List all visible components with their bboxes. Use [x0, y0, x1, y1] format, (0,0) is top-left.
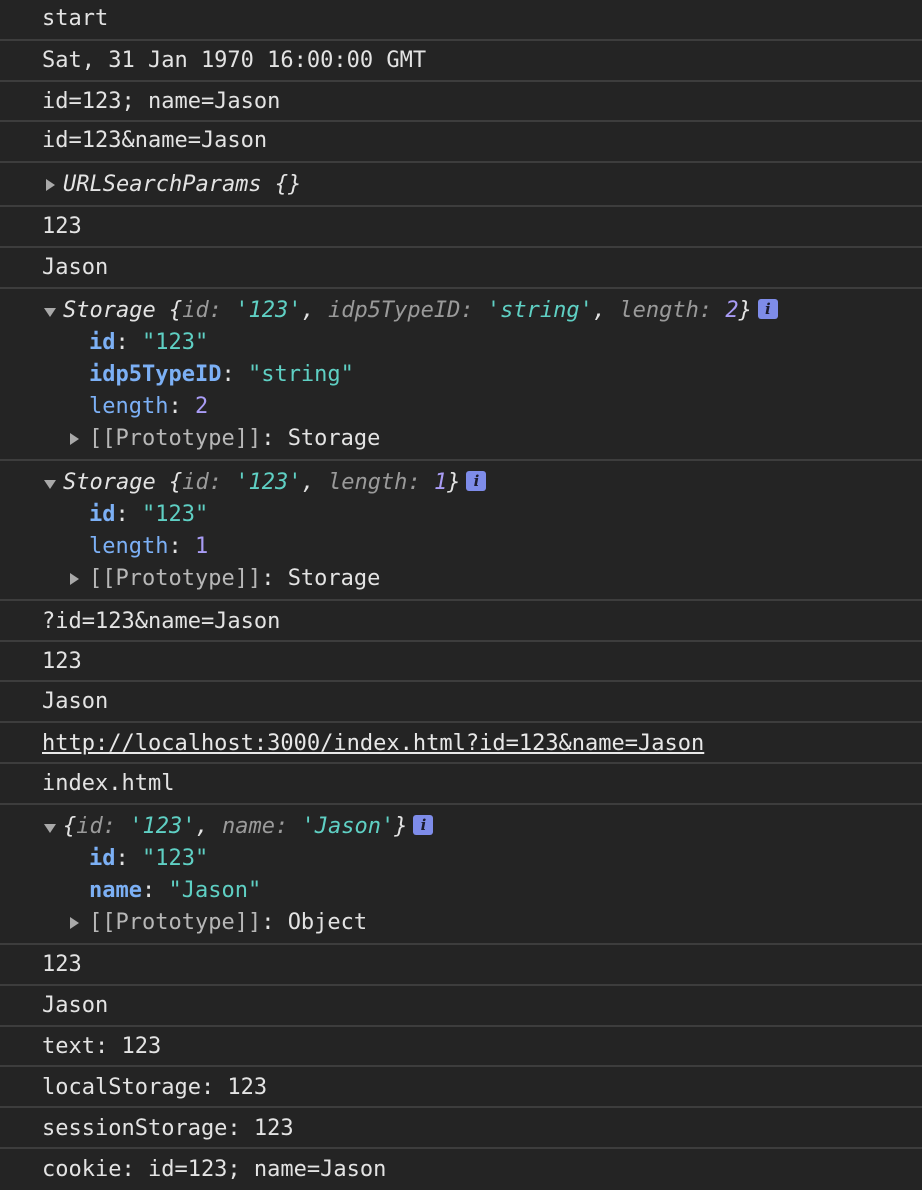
message-text: index.html — [42, 771, 175, 796]
console-message: localStorage: 123 — [0, 1067, 922, 1108]
console-message: 123 — [0, 642, 922, 682]
info-icon[interactable]: i — [757, 299, 778, 319]
console-message: id=123&name=Jason — [0, 122, 922, 163]
console-message: index.html — [0, 764, 922, 805]
console-message: id=123; name=Jason — [0, 82, 922, 122]
message-text: 123 — [42, 952, 82, 977]
object-property: length: 2 — [89, 394, 209, 419]
message-text: Jason — [42, 255, 109, 280]
console-message: start — [0, 0, 922, 41]
console-message: Sat, 31 Jan 1970 16:00:00 GMT — [0, 41, 922, 82]
prototype-entry[interactable]: [[Prototype]]: Object — [89, 908, 367, 938]
console-message-object: Storage {id: '123', length: 1} i id: "123… — [0, 461, 922, 601]
object-property: length: 1 — [89, 534, 209, 559]
console-message: Jason — [0, 248, 922, 289]
object-property: name: "Jason" — [89, 878, 262, 903]
console-message: sessionStorage: 123 — [0, 1108, 922, 1149]
console-panel: start Sat, 31 Jan 1970 16:00:00 GMT id=1… — [0, 0, 922, 1190]
console-message: Jason — [0, 986, 922, 1027]
console-message-object: {id: '123', name: 'Jason'} i id: "123" na… — [0, 805, 922, 945]
console-message: text: 123 — [0, 1027, 922, 1067]
expand-triangle-icon[interactable] — [70, 433, 79, 445]
expand-triangle-icon[interactable] — [70, 917, 79, 929]
message-text: Jason — [42, 689, 109, 714]
object-preview[interactable]: Storage {id: '123', idp5TypeID: 'string'… — [63, 296, 778, 326]
message-text: text: 123 — [42, 1034, 162, 1059]
message-text: start — [42, 6, 109, 31]
message-text: Sat, 31 Jan 1970 16:00:00 GMT — [42, 48, 427, 73]
info-icon[interactable]: i — [413, 815, 434, 835]
collapse-triangle-icon[interactable] — [44, 308, 56, 317]
expand-triangle-icon[interactable] — [46, 179, 55, 191]
object-property: id: "123" — [89, 502, 209, 527]
console-message: ?id=123&name=Jason — [0, 601, 922, 642]
console-message: http://localhost:3000/index.html?id=123&… — [0, 723, 922, 764]
expand-triangle-icon[interactable] — [70, 573, 79, 585]
console-message-object[interactable]: URLSearchParams {} — [0, 163, 922, 207]
object-property: id: "123" — [89, 846, 209, 871]
prototype-entry[interactable]: [[Prototype]]: Storage — [89, 424, 380, 454]
console-message: 123 — [0, 207, 922, 248]
info-icon[interactable]: i — [466, 471, 487, 491]
object-property: idp5TypeID: "string" — [89, 362, 354, 387]
message-text: id=123; name=Jason — [42, 89, 281, 114]
console-message: 123 — [0, 945, 922, 986]
prototype-entry[interactable]: [[Prototype]]: Storage — [89, 564, 380, 594]
message-text: localStorage: 123 — [42, 1075, 268, 1100]
message-text: 123 — [42, 214, 82, 239]
object-preview[interactable]: {id: '123', name: 'Jason'} i — [63, 812, 434, 842]
object-property: id: "123" — [89, 330, 209, 355]
message-text: cookie: id=123; name=Jason — [42, 1157, 387, 1182]
console-message: cookie: id=123; name=Jason — [0, 1149, 922, 1190]
message-text: ?id=123&name=Jason — [42, 609, 281, 634]
url-link[interactable]: http://localhost:3000/index.html?id=123&… — [42, 729, 704, 759]
collapse-triangle-icon[interactable] — [44, 824, 56, 833]
object-preview[interactable]: Storage {id: '123', length: 1} i — [63, 468, 487, 498]
collapse-triangle-icon[interactable] — [44, 480, 56, 489]
message-text: id=123&name=Jason — [42, 128, 268, 153]
console-message-object: Storage {id: '123', idp5TypeID: 'string'… — [0, 289, 922, 461]
message-text: sessionStorage: 123 — [42, 1116, 294, 1141]
object-preview[interactable]: URLSearchParams {} — [63, 170, 301, 200]
message-text: 123 — [42, 649, 82, 674]
message-text: Jason — [42, 993, 109, 1018]
console-message: Jason — [0, 682, 922, 723]
